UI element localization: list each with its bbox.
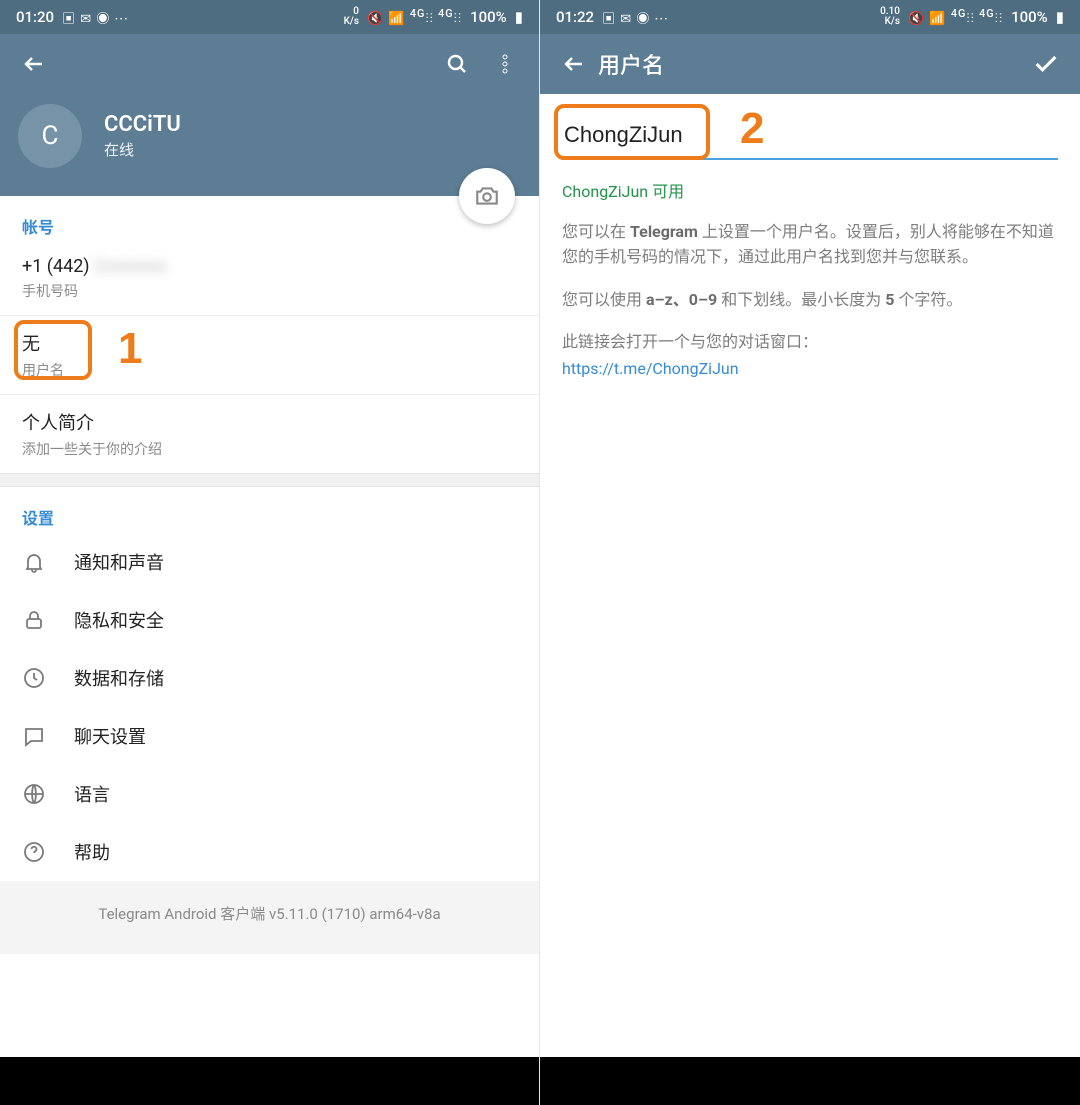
- android-navbar: [540, 1057, 1080, 1105]
- settings-label: 隐私和安全: [74, 607, 164, 633]
- username-value: 无: [22, 330, 517, 356]
- username-description-2: 您可以使用 a–z、0–9 和下划线。最小长度为 5 个字符。: [562, 288, 1058, 313]
- settings-item-privacy[interactable]: 隐私和安全: [0, 591, 539, 649]
- status-bar: 01:22 ▣ ✉ ◉ ··· 0.10K/s 🔇 📶 4G⫶⫶ 4G⫶⫶ 10…: [540, 0, 1080, 34]
- bell-icon: [22, 550, 46, 574]
- status-time: 01:22: [556, 8, 594, 26]
- settings-item-chat[interactable]: 聊天设置: [0, 707, 539, 765]
- settings-section: 设置 通知和声音 隐私和安全 数据和存储 聊天设置 语言: [0, 487, 539, 881]
- status-battery: 100%: [1011, 8, 1048, 26]
- confirm-button[interactable]: [1022, 40, 1070, 88]
- status-netrate: 0.10K/s: [880, 7, 900, 27]
- phone-left: 01:20 ▣ ✉ ◉ ··· 0K/s 🔇 📶 4G⫶⫶ 4G⫶⫶ 100% …: [0, 0, 540, 1105]
- back-button[interactable]: [10, 40, 58, 88]
- username-description-3: 此链接会打开一个与您的对话窗口：: [562, 330, 1058, 355]
- bio-title: 个人简介: [22, 409, 517, 435]
- profile-name: CCCiTU: [104, 112, 181, 137]
- settings-section-title: 设置: [0, 487, 539, 533]
- username-label: 用户名: [22, 360, 517, 380]
- username-description-1: 您可以在 Telegram 上设置一个用户名。设置后，别人将能够在不知道您的手机…: [562, 220, 1058, 270]
- status-time: 01:20: [16, 8, 54, 26]
- back-button[interactable]: [550, 40, 598, 88]
- appbar-title: 用户名: [598, 48, 1022, 80]
- status-system-icons: 🔇 📶 4G⫶⫶ 4G⫶⫶: [908, 7, 1003, 26]
- username-link[interactable]: https://t.me/ChongZiJun: [562, 359, 1058, 378]
- footer-version: Telegram Android 客户端 v5.11.0 (1710) arm6…: [0, 881, 539, 954]
- more-vertical-icon: [493, 52, 517, 76]
- globe-icon: [22, 782, 46, 806]
- status-battery: 100%: [470, 8, 507, 26]
- username-screen-content: 2 ChongZiJun 可用 您可以在 Telegram 上设置一个用户名。设…: [540, 94, 1080, 378]
- battery-icon: ▮: [515, 8, 523, 26]
- account-section: 帐号 +1 (442) 2xxxxxxx 手机号码 无 用户名 1 个人简介 添…: [0, 196, 539, 473]
- profile-header: C CCCiTU 在线: [0, 94, 539, 196]
- settings-label: 通知和声音: [74, 549, 164, 575]
- search-button[interactable]: [433, 40, 481, 88]
- username-item[interactable]: 无 用户名 1: [0, 316, 539, 395]
- settings-label: 帮助: [74, 839, 110, 865]
- avatar[interactable]: C: [18, 104, 82, 168]
- status-notification-icons: ▣ ✉ ◉ ···: [62, 8, 129, 27]
- camera-fab[interactable]: [459, 168, 515, 224]
- profile-status: 在线: [104, 139, 181, 160]
- check-icon: [1032, 50, 1060, 78]
- phone-item[interactable]: +1 (442) 2xxxxxxx 手机号码: [0, 242, 539, 316]
- status-system-icons: 🔇 📶 4G⫶⫶ 4G⫶⫶: [367, 7, 462, 26]
- settings-item-language[interactable]: 语言: [0, 765, 539, 823]
- android-navbar: [0, 1057, 539, 1105]
- settings-item-help[interactable]: 帮助: [0, 823, 539, 881]
- camera-icon: [474, 183, 500, 209]
- chat-icon: [22, 724, 46, 748]
- bio-hint: 添加一些关于你的介绍: [22, 439, 517, 459]
- phone-value: +1 (442) 2xxxxxxx: [22, 256, 517, 277]
- more-button[interactable]: [481, 40, 529, 88]
- account-section-title: 帐号: [0, 196, 539, 242]
- status-notification-icons: ▣ ✉ ◉ ···: [602, 8, 669, 27]
- help-icon: [22, 840, 46, 864]
- section-divider: [0, 473, 539, 487]
- arrow-left-icon: [22, 52, 46, 76]
- username-available: ChongZiJun 可用: [562, 178, 1058, 202]
- lock-icon: [22, 608, 46, 632]
- bio-item[interactable]: 个人简介 添加一些关于你的介绍: [0, 395, 539, 473]
- clock-icon: [22, 666, 46, 690]
- settings-item-data[interactable]: 数据和存储: [0, 649, 539, 707]
- phone-label: 手机号码: [22, 281, 517, 301]
- settings-label: 聊天设置: [74, 723, 146, 749]
- settings-item-notifications[interactable]: 通知和声音: [0, 533, 539, 591]
- username-input[interactable]: [562, 116, 1058, 160]
- app-bar: [0, 34, 539, 94]
- status-netrate: 0K/s: [344, 7, 359, 27]
- settings-label: 语言: [74, 781, 110, 807]
- app-bar: 用户名: [540, 34, 1080, 94]
- battery-icon: ▮: [1056, 8, 1064, 26]
- settings-label: 数据和存储: [74, 665, 164, 691]
- search-icon: [445, 52, 469, 76]
- phone-right: 01:22 ▣ ✉ ◉ ··· 0.10K/s 🔇 📶 4G⫶⫶ 4G⫶⫶ 10…: [540, 0, 1080, 1105]
- arrow-left-icon: [562, 52, 586, 76]
- status-bar: 01:20 ▣ ✉ ◉ ··· 0K/s 🔇 📶 4G⫶⫶ 4G⫶⫶ 100% …: [0, 0, 539, 34]
